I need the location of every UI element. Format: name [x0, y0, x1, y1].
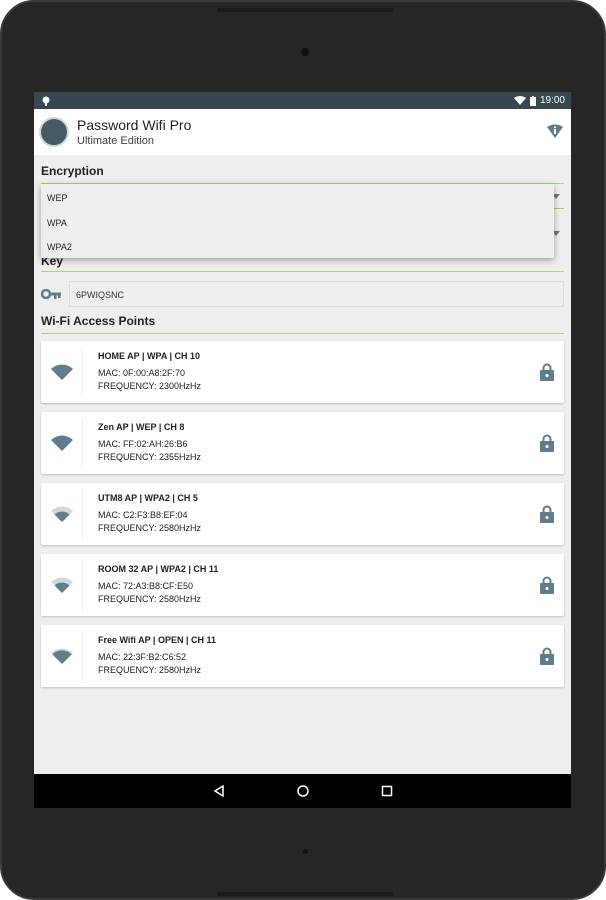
access-point-frequency: FREQUENCY: 2580HzHz [98, 523, 202, 533]
access-point-name: Zen AP | WEP | CH 8 [98, 422, 185, 432]
app-title: Password Wifi Pro [77, 117, 192, 133]
key-icon [41, 289, 61, 299]
dropdown-option-wpa2[interactable]: WPA2 [41, 233, 554, 258]
access-point-card[interactable]: Free Wifi AP | OPEN | CH 11 MAC: 22:3F:B… [41, 625, 564, 687]
access-point-card[interactable]: ROOM 32 AP | WPA2 | CH 11 MAC: 72:A3:B8:… [41, 554, 564, 616]
divider [41, 271, 564, 272]
access-point-mac: MAC: C2:F3:B8:EF:04 [98, 510, 188, 520]
android-debug-icon [42, 96, 50, 106]
signal-cell [41, 560, 83, 610]
access-point-card[interactable]: Zen AP | WEP | CH 8 MAC: FF:02:AH:26:B6 … [41, 412, 564, 474]
access-point-frequency: FREQUENCY: 2300HzHz [98, 381, 202, 391]
access-point-mac: MAC: FF:02:AH:26:B6 [98, 439, 188, 449]
access-points-label: Wi-Fi Access Points [41, 314, 156, 328]
access-point-mac: MAC: 0F:00:A8:2F:70 [98, 368, 186, 378]
lock-icon[interactable] [540, 647, 554, 665]
front-camera [301, 48, 309, 56]
battery-icon [529, 95, 536, 106]
recents-icon[interactable] [381, 785, 393, 797]
back-icon[interactable] [213, 785, 225, 797]
sensor [303, 849, 308, 854]
dropdown-option-wep[interactable]: WEP [41, 184, 554, 209]
wifi-signal-icon [50, 435, 73, 451]
access-point-mac: MAC: 22:3F:B2:C6:52 [98, 652, 187, 662]
access-point-name: Free Wifi AP | OPEN | CH 11 [98, 635, 216, 645]
signal-cell [41, 418, 83, 468]
lock-icon[interactable] [540, 576, 554, 594]
access-point-frequency: FREQUENCY: 2355HzHz [98, 452, 202, 462]
divider [41, 333, 564, 334]
access-point-frequency: FREQUENCY: 2580HzHz [98, 594, 202, 604]
signal-cell [41, 631, 83, 681]
home-icon[interactable] [296, 785, 309, 797]
wifi-icon [513, 96, 526, 105]
access-point-frequency: FREQUENCY: 2580HzHz [98, 665, 202, 675]
signal-cell [41, 489, 83, 539]
access-point-name: UTM8 AP | WPA2 | CH 5 [98, 493, 198, 503]
access-point-name: HOME AP | WPA | CH 10 [98, 351, 201, 361]
key-field[interactable]: 6PWIQSNC [69, 281, 564, 307]
navigation-bar [34, 774, 571, 808]
access-point-card[interactable]: HOME AP | WPA | CH 10 MAC: 0F:00:A8:2F:7… [41, 341, 564, 403]
wifi-signal-icon [50, 648, 73, 664]
access-point-name: ROOM 32 AP | WPA2 | CH 11 [98, 564, 219, 574]
encryption-dropdown-menu: WEP WPA WPA2 [41, 184, 554, 258]
status-bar: 19:00 [34, 92, 571, 109]
encryption-label: Encryption [41, 164, 104, 178]
wifi-signal-icon [50, 364, 73, 380]
access-point-mac: MAC: 72:A3:B8:CF:E50 [98, 581, 194, 591]
wifi-info-icon[interactable] [547, 124, 563, 138]
wifi-signal-icon [50, 506, 73, 522]
speaker [217, 8, 393, 12]
access-point-card[interactable]: UTM8 AP | WPA2 | CH 5 MAC: C2:F3:B8:EF:0… [41, 483, 564, 545]
app-subtitle: Ultimate Edition [77, 135, 155, 147]
app-bar: Password Wifi Pro Ultimate Edition [34, 109, 571, 155]
signal-cell [41, 347, 83, 397]
wifi-signal-icon [50, 577, 73, 593]
clock: 19:00 [539, 95, 565, 106]
speaker-bottom [217, 892, 393, 896]
screen: 19:00 Password Wifi Pro Ultimate Edition… [34, 92, 571, 808]
lock-icon[interactable] [540, 434, 554, 452]
dropdown-option-wpa[interactable]: WPA [41, 209, 554, 234]
lock-icon[interactable] [540, 505, 554, 523]
app-logo [39, 117, 69, 147]
lock-icon[interactable] [540, 363, 554, 381]
